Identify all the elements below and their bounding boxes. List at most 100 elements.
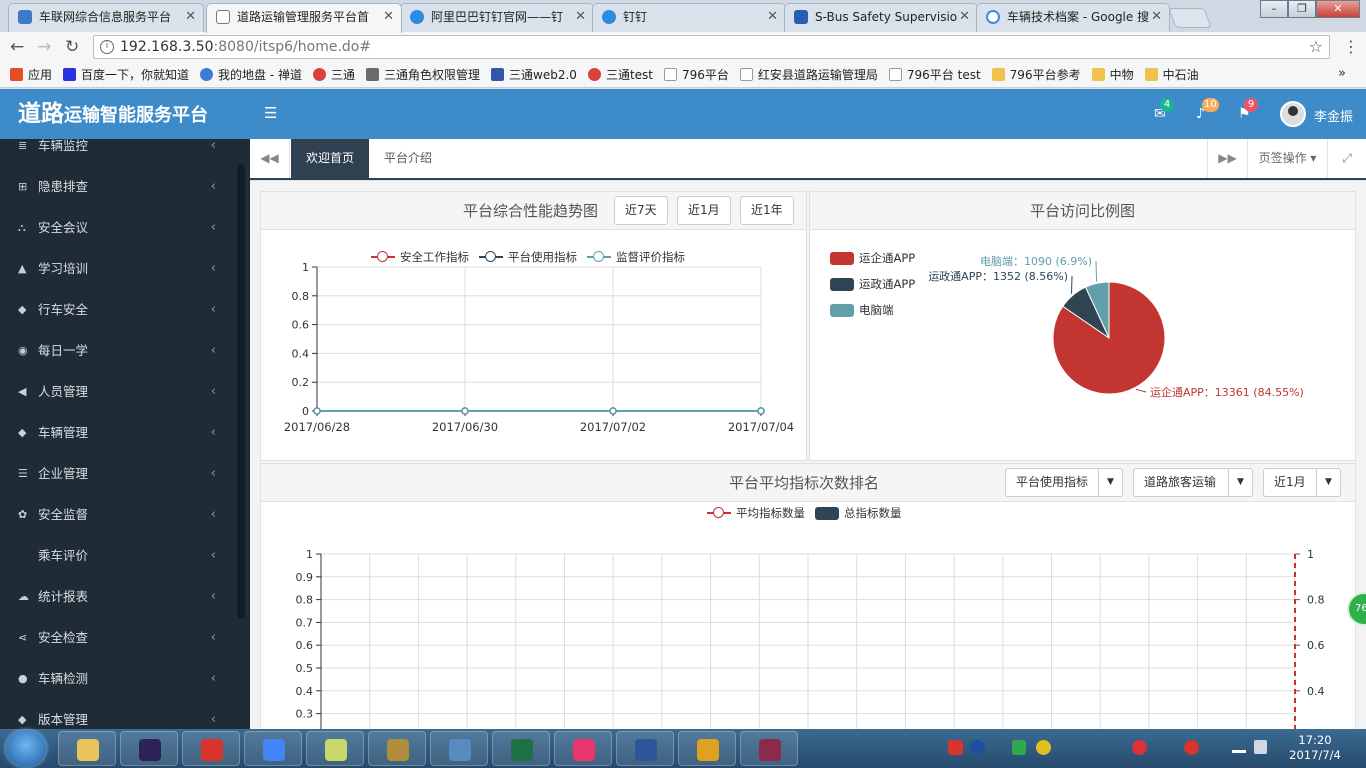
browser-tab-active[interactable]: 道路运输管理服务平台首 ✕ — [206, 3, 402, 33]
site-info-icon[interactable]: i — [100, 40, 114, 54]
tab-close-icon[interactable]: ✕ — [767, 4, 778, 30]
sidebar-item-hazard[interactable]: ⊞ 隐患排查 ‹ — [0, 166, 236, 207]
url-input[interactable]: i 192.168.3.50:8080/itsp6/home.do# ☆ — [93, 35, 1330, 59]
tab-close-icon[interactable]: ✕ — [185, 4, 196, 30]
taskbar-app-excel[interactable] — [492, 731, 550, 766]
taskbar-app-picture-viewer[interactable] — [430, 731, 488, 766]
sidebar-item-vehicles[interactable]: ◆ 车辆管理 ‹ — [0, 412, 236, 453]
legend-item[interactable]: 平均指标数量 — [707, 505, 805, 521]
sidebar-item-vehicle-test[interactable]: ● 车辆检测 ‹ — [0, 658, 236, 699]
menu-toggle-icon[interactable]: ☰ — [264, 104, 277, 122]
signal-icon[interactable] — [1232, 741, 1246, 753]
indicator-select[interactable]: 平台使用指标 ▼ — [1005, 468, 1123, 497]
help-icon[interactable] — [970, 740, 985, 755]
tab-close-icon[interactable]: ✕ — [1151, 4, 1162, 30]
tab-home[interactable]: 欢迎首页 — [291, 139, 369, 180]
bookmark-item[interactable]: 796平台 test — [888, 66, 981, 83]
sidebar-item-ride-rating[interactable]: 乘车评价 ‹ — [0, 535, 236, 576]
minimize-icon[interactable]: – — [1260, 0, 1288, 18]
close-window-icon[interactable]: ✕ — [1316, 0, 1360, 18]
bookmark-item[interactable]: 中物 — [1091, 66, 1134, 83]
sidebar-item-driving-safety[interactable]: ◆ 行车安全 ‹ — [0, 289, 236, 330]
tab-close-icon[interactable]: ✕ — [575, 4, 586, 30]
transport-type-select[interactable]: 道路旅客运输 ▼ — [1133, 468, 1253, 497]
plus-icon[interactable] — [1036, 740, 1051, 755]
sidebar-item-inspection[interactable]: ⋖ 安全检查 ‹ — [0, 617, 236, 658]
maximize-icon[interactable]: ❐ — [1288, 0, 1316, 18]
taskbar-app-notes[interactable] — [306, 731, 364, 766]
reload-icon[interactable]: ↻ — [65, 37, 79, 57]
taskbar-app-explorer[interactable] — [58, 731, 116, 766]
tabs-scroll-right-icon[interactable]: ▶▶ — [1207, 139, 1247, 178]
beats-icon[interactable] — [1132, 740, 1147, 755]
bookmark-item[interactable]: 应用 — [10, 66, 52, 83]
new-tab-button[interactable] — [1168, 8, 1212, 28]
shield-icon[interactable] — [1012, 740, 1026, 755]
tab-intro[interactable]: 平台介绍 — [369, 139, 447, 178]
sidebar-item-vehicle-monitor[interactable]: ≣ 车辆监控 ‹ — [0, 139, 236, 166]
bookmark-item[interactable]: 三通 — [313, 66, 355, 83]
sogou-icon[interactable] — [948, 740, 963, 755]
back-arrow-icon[interactable]: ← — [10, 37, 24, 57]
bell-icon[interactable]: ♪ 10 — [1196, 98, 1219, 122]
browser-tab[interactable]: 阿里巴巴钉钉官网——钉 ✕ — [400, 3, 594, 32]
bookmark-star-icon[interactable]: ☆ — [1309, 36, 1323, 58]
sidebar-item-reports[interactable]: ☁ 统计报表 ‹ — [0, 576, 236, 617]
flag-icon[interactable]: ⚑ 9 — [1238, 98, 1258, 122]
mail-icon[interactable]: ✉ 4 — [1154, 98, 1174, 122]
tab-operations-dropdown[interactable]: 页签操作 ▾ — [1247, 139, 1327, 178]
taskbar-app-app-store[interactable] — [554, 731, 612, 766]
browser-tab[interactable]: 车联网综合信息服务平台 ✕ — [8, 3, 204, 32]
ratio-pie-chart: 运企通APP：13361 (84.55%) 运政通APP：1352 (8.56%)… — [928, 255, 1304, 399]
range-7d-button[interactable]: 近7天 — [614, 196, 668, 225]
range-1m-button[interactable]: 近1月 — [677, 196, 731, 225]
browser-tab[interactable]: 车辆技术档案 - Google 搜 ✕ — [976, 3, 1170, 32]
y2-tick-label: 0.8 — [1307, 594, 1325, 607]
sidebar-scrollbar[interactable] — [237, 164, 245, 619]
bookmark-item[interactable]: 我的地盘 - 禅道 — [200, 66, 302, 83]
qq-icon[interactable] — [1184, 740, 1199, 755]
taskbar-app-filezilla[interactable] — [182, 731, 240, 766]
bookmarks-more-button[interactable]: » — [1338, 66, 1346, 81]
bookmark-item[interactable]: 百度一下，你就知道 — [63, 66, 189, 83]
taskbar-app-eclipse[interactable] — [120, 731, 178, 766]
sidebar-item-label: 统计报表 — [38, 589, 89, 604]
sidebar-item-daily-study[interactable]: ◉ 每日一学 ‹ — [0, 330, 236, 371]
browser-tab[interactable]: S-Bus Safety Supervisio ✕ — [784, 3, 978, 32]
bookmark-item[interactable]: 中石油 — [1144, 66, 1199, 83]
taskbar-app-photo[interactable] — [368, 731, 426, 766]
list-icon: ☰ — [18, 467, 28, 480]
forward-arrow-icon[interactable]: → — [37, 37, 51, 57]
taskbar-app-word[interactable] — [616, 731, 674, 766]
sidebar-item-enterprise[interactable]: ☰ 企业管理 ‹ — [0, 453, 236, 494]
sidebar-item-version[interactable]: ◆ 版本管理 ‹ — [0, 699, 236, 729]
taskbar-app-winrar[interactable] — [740, 731, 798, 766]
bookmark-item[interactable]: 三通角色权限管理 — [366, 66, 480, 83]
bookmark-item[interactable]: 796平台 — [663, 66, 729, 83]
chrome-menu-icon[interactable]: ⋮ — [1343, 37, 1359, 56]
period-select[interactable]: 近1月 ▼ — [1263, 468, 1341, 497]
bookmark-item[interactable]: 三通test — [587, 66, 653, 83]
range-1y-button[interactable]: 近1年 — [740, 196, 794, 225]
legend-item[interactable]: 总指标数量 — [815, 505, 902, 521]
windows-start-icon[interactable] — [6, 730, 46, 767]
bookmark-item[interactable]: 红安县道路运输管理局 — [739, 66, 878, 83]
sidebar-item-meeting[interactable]: ⛬ 安全会议 ‹ — [0, 207, 236, 248]
browser-tab[interactable]: 钉钉 ✕ — [592, 3, 786, 32]
santong-web-icon — [491, 68, 505, 81]
sidebar-item-personnel[interactable]: ◀ 人员管理 ‹ — [0, 371, 236, 412]
tabs-scroll-left-icon[interactable]: ◀◀ — [250, 139, 290, 178]
sidebar-item-supervision[interactable]: ✿ 安全监督 ‹ — [0, 494, 236, 535]
bookmark-item[interactable]: 796平台参考 — [991, 66, 1081, 83]
tab-close-icon[interactable]: ✕ — [383, 4, 394, 30]
volume-icon[interactable] — [1254, 740, 1267, 754]
fullscreen-icon[interactable]: ⤢ — [1327, 139, 1366, 178]
taskbar-clock[interactable]: 17:20 2017/7/4 — [1280, 733, 1350, 763]
user-name[interactable]: 李金振 — [1314, 106, 1353, 125]
avatar[interactable] — [1280, 101, 1306, 127]
taskbar-app-chrome[interactable] — [244, 731, 302, 766]
bookmark-item[interactable]: 三通web2.0 — [491, 66, 577, 83]
taskbar-app-editor[interactable] — [678, 731, 736, 766]
sidebar-item-training[interactable]: ▲ 学习培训 ‹ — [0, 248, 236, 289]
tab-close-icon[interactable]: ✕ — [959, 4, 970, 30]
